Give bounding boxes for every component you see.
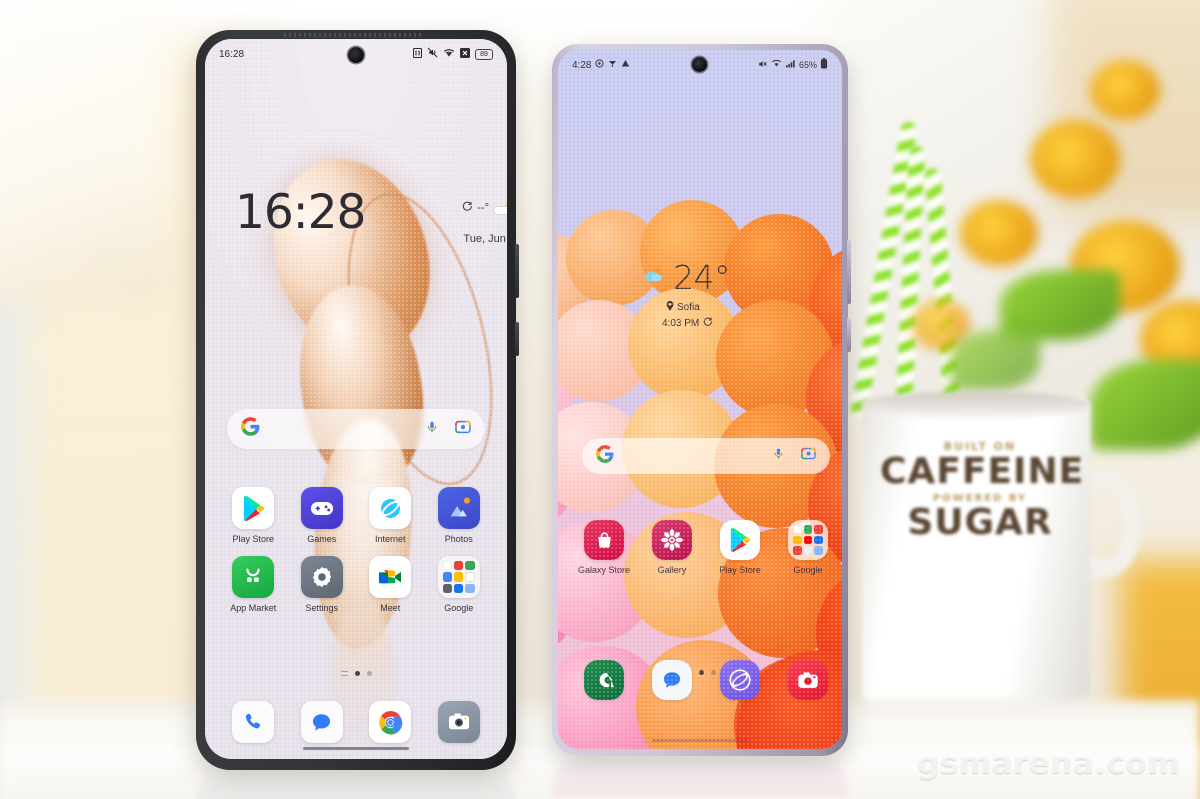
mug-rim [862, 392, 1090, 418]
background-cushion-highlight [0, 0, 170, 300]
google-meet-icon [369, 556, 412, 598]
google-lens-icon[interactable] [455, 419, 471, 440]
messages-icon[interactable] [300, 701, 343, 743]
google-g-icon [241, 417, 260, 441]
right-phone-samsung[interactable]: 4:28 65% [552, 44, 851, 756]
app-label: Games [307, 534, 337, 544]
app-google-folder[interactable]: Google [425, 556, 494, 613]
signal-icon [785, 59, 796, 71]
yellow-flower [960, 200, 1038, 266]
mug-line-4: SUGAR [907, 501, 1053, 543]
volume-button[interactable] [847, 240, 851, 304]
wifi-icon [443, 48, 455, 61]
wifi-icon [771, 59, 782, 71]
app-label: Play Store [232, 534, 275, 544]
mug-line-2: CAFFEINE [880, 451, 1085, 492]
app-label: App Market [230, 603, 277, 613]
internet-browser-icon [369, 487, 412, 529]
settings-gear-icon [300, 556, 343, 598]
left-phone-screen[interactable]: 16:28 89 16:28 --° Tue, Jun Play Store G… [205, 39, 507, 759]
left-weather-widget[interactable]: --° Tue, Jun 6 [427, 199, 507, 245]
status-time: 4:28 [572, 59, 592, 71]
left-phone-oppo[interactable]: 16:28 89 16:28 --° Tue, Jun Play Store G… [196, 30, 519, 770]
clock-widget[interactable]: 16:28 [235, 185, 366, 240]
right-phone-reflection [552, 756, 848, 796]
right-phone-screen[interactable]: 4:28 65% [558, 50, 842, 749]
wifi-calling-icon [608, 59, 617, 71]
games-icon [300, 487, 343, 529]
nfc-icon [412, 47, 423, 61]
moire-texture [558, 50, 842, 749]
green-leaf [950, 330, 1040, 390]
photos-icon [437, 487, 480, 529]
battery-indicator: 89 [475, 48, 493, 60]
google-folder-icon [437, 556, 480, 598]
app-label: Photos [444, 534, 473, 544]
camera-icon[interactable] [437, 701, 480, 743]
left-phone-reflection [196, 770, 516, 799]
mute-icon [757, 59, 768, 72]
phone-icon[interactable] [232, 701, 275, 743]
chrome-icon[interactable] [369, 701, 412, 743]
product-photo-scene: BUILT ON CAFFEINE POWERED BY SUGAR ROCK [0, 0, 1200, 799]
google-search-bar[interactable] [227, 409, 485, 449]
app-label: Internet [374, 534, 406, 544]
clock-time: 16:28 [235, 185, 366, 240]
gesture-navigation-bar[interactable] [303, 747, 409, 750]
right-wallpaper [558, 50, 842, 749]
gsmarena-watermark: gsmarena.com [917, 745, 1180, 781]
app-label: Google [444, 603, 474, 613]
left-status-bar: 16:28 89 [205, 39, 507, 69]
battery-icon [820, 58, 828, 72]
weather-temp: --° [477, 202, 489, 214]
signal-x-icon [460, 47, 470, 61]
battery-percent: 65% [798, 60, 817, 70]
volume-button[interactable] [515, 322, 519, 356]
refresh-icon [462, 201, 473, 215]
app-label: Meet [380, 603, 401, 613]
app-games[interactable]: Games [288, 487, 357, 544]
play-store-icon [232, 487, 275, 529]
power-button[interactable] [847, 318, 851, 352]
power-button[interactable] [515, 244, 519, 298]
alarm-icon [595, 59, 605, 71]
app-market-icon [232, 556, 275, 598]
watermark-text: gsmarena.com [917, 745, 1180, 781]
warning-icon [621, 59, 630, 71]
mute-icon [427, 47, 438, 61]
earpiece-speaker [284, 33, 424, 37]
sun-cloud-icon [493, 200, 507, 215]
mug-print: BUILT ON CAFFEINE POWERED BY SUGAR [880, 440, 1085, 543]
left-dock[interactable] [219, 701, 493, 743]
app-app-market[interactable]: App Market [219, 556, 288, 613]
right-status-bar: 4:28 65% [558, 50, 842, 80]
green-leaf [1090, 360, 1200, 450]
left-wallpaper [205, 39, 507, 759]
yellow-flower [1030, 120, 1120, 198]
microphone-icon[interactable] [425, 419, 439, 440]
app-settings[interactable]: Settings [288, 556, 357, 613]
app-internet[interactable]: Internet [356, 487, 425, 544]
app-label: Settings [305, 603, 339, 613]
yellow-flower [1090, 60, 1160, 120]
status-time: 16:28 [219, 48, 245, 60]
app-play-store[interactable]: Play Store [219, 487, 288, 544]
app-meet[interactable]: Meet [356, 556, 425, 613]
moire-texture [205, 39, 507, 759]
clock-date: Tue, Jun 6 [463, 233, 507, 245]
app-photos[interactable]: Photos [425, 487, 494, 544]
left-app-grid[interactable]: Play Store Games Internet Photos App Mar… [219, 487, 493, 613]
left-page-indicator[interactable] [205, 671, 507, 676]
